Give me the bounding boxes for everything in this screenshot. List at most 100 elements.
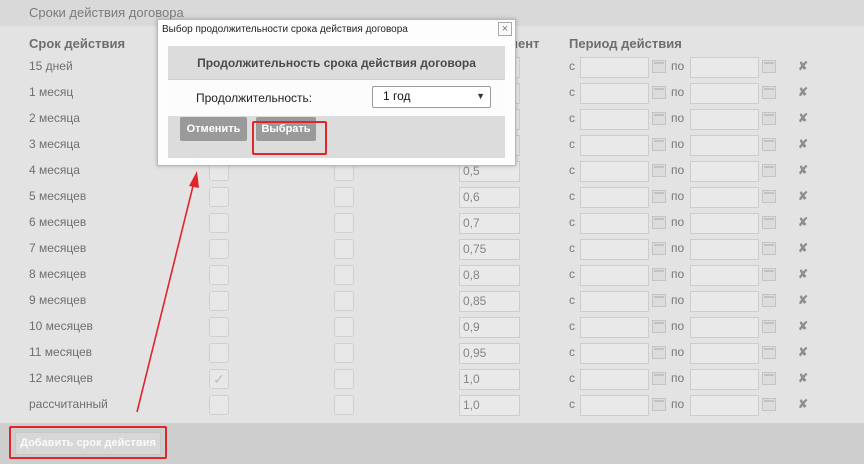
date-to-input[interactable] [690,213,759,234]
calendar-icon[interactable] [762,398,776,411]
calendar-icon[interactable] [762,86,776,99]
calendar-icon[interactable] [762,294,776,307]
calendar-icon[interactable] [762,372,776,385]
date-from-input[interactable] [580,369,649,390]
date-to-input[interactable] [690,291,759,312]
checkbox[interactable] [334,291,354,311]
date-to-input[interactable] [690,239,759,260]
date-from-input[interactable] [580,109,649,130]
checkbox[interactable] [334,317,354,337]
calendar-icon[interactable] [652,190,666,203]
calendar-icon[interactable] [762,242,776,255]
calendar-icon[interactable] [762,320,776,333]
calendar-icon[interactable] [652,398,666,411]
calendar-icon[interactable] [652,294,666,307]
checkbox[interactable] [334,265,354,285]
calendar-icon[interactable] [762,346,776,359]
coefficient-input[interactable]: 0,95 [459,343,520,364]
date-from-input[interactable] [580,395,649,416]
checkbox[interactable] [334,343,354,363]
checkbox[interactable] [209,213,229,233]
calendar-icon[interactable] [762,190,776,203]
date-to-input[interactable] [690,265,759,286]
calendar-icon[interactable] [652,268,666,281]
calendar-icon[interactable] [652,372,666,385]
delete-icon[interactable]: ✘ [798,371,808,385]
calendar-icon[interactable] [652,242,666,255]
coefficient-input[interactable]: 0,85 [459,291,520,312]
calendar-icon[interactable] [762,112,776,125]
date-to-input[interactable] [690,317,759,338]
delete-icon[interactable]: ✘ [798,163,808,177]
coefficient-input[interactable]: 1,0 [459,395,520,416]
date-from-input[interactable] [580,213,649,234]
checkbox[interactable] [209,317,229,337]
duration-select[interactable]: 1 год ▼ [372,86,491,108]
checkbox[interactable] [334,395,354,415]
date-to-input[interactable] [690,343,759,364]
date-to-input[interactable] [690,161,759,182]
date-to-input[interactable] [690,83,759,104]
delete-icon[interactable]: ✘ [798,397,808,411]
date-to-input[interactable] [690,57,759,78]
date-to-input[interactable] [690,135,759,156]
date-from-input[interactable] [580,161,649,182]
calendar-icon[interactable] [652,346,666,359]
checkbox[interactable] [334,239,354,259]
checkbox[interactable] [334,213,354,233]
date-from-input[interactable] [580,291,649,312]
delete-icon[interactable]: ✘ [798,189,808,203]
calendar-icon[interactable] [762,60,776,73]
checkbox[interactable] [334,369,354,389]
delete-icon[interactable]: ✘ [798,215,808,229]
coefficient-input[interactable]: 0,6 [459,187,520,208]
coefficient-input[interactable]: 0,8 [459,265,520,286]
date-from-input[interactable] [580,317,649,338]
delete-icon[interactable]: ✘ [798,111,808,125]
calendar-icon[interactable] [652,164,666,177]
date-to-input[interactable] [690,369,759,390]
calendar-icon[interactable] [652,216,666,229]
date-from-input[interactable] [580,239,649,260]
date-from-input[interactable] [580,187,649,208]
date-to-input[interactable] [690,187,759,208]
date-to-input[interactable] [690,109,759,130]
delete-icon[interactable]: ✘ [798,267,808,281]
delete-icon[interactable]: ✘ [798,59,808,73]
date-from-input[interactable] [580,343,649,364]
close-icon[interactable]: × [498,22,512,36]
calendar-icon[interactable] [762,216,776,229]
coefficient-input[interactable]: 0,7 [459,213,520,234]
calendar-icon[interactable] [762,138,776,151]
delete-icon[interactable]: ✘ [798,241,808,255]
date-from-input[interactable] [580,57,649,78]
cancel-button[interactable]: Отменить [180,117,247,141]
delete-icon[interactable]: ✘ [798,319,808,333]
checkbox[interactable] [209,395,229,415]
checkbox[interactable] [209,265,229,285]
checkbox[interactable] [209,291,229,311]
calendar-icon[interactable] [652,138,666,151]
checkbox[interactable] [209,343,229,363]
checkbox[interactable] [209,239,229,259]
delete-icon[interactable]: ✘ [798,85,808,99]
checkbox[interactable]: ✓ [209,369,229,389]
delete-icon[interactable]: ✘ [798,137,808,151]
checkbox[interactable] [334,187,354,207]
delete-icon[interactable]: ✘ [798,293,808,307]
calendar-icon[interactable] [762,164,776,177]
coefficient-input[interactable]: 0,9 [459,317,520,338]
delete-icon[interactable]: ✘ [798,345,808,359]
date-from-input[interactable] [580,135,649,156]
coefficient-input[interactable]: 1,0 [459,369,520,390]
checkbox[interactable] [209,187,229,207]
calendar-icon[interactable] [652,60,666,73]
calendar-icon[interactable] [652,112,666,125]
coefficient-input[interactable]: 0,75 [459,239,520,260]
calendar-icon[interactable] [652,86,666,99]
calendar-icon[interactable] [762,268,776,281]
calendar-icon[interactable] [652,320,666,333]
date-from-input[interactable] [580,83,649,104]
date-from-input[interactable] [580,265,649,286]
date-to-input[interactable] [690,395,759,416]
